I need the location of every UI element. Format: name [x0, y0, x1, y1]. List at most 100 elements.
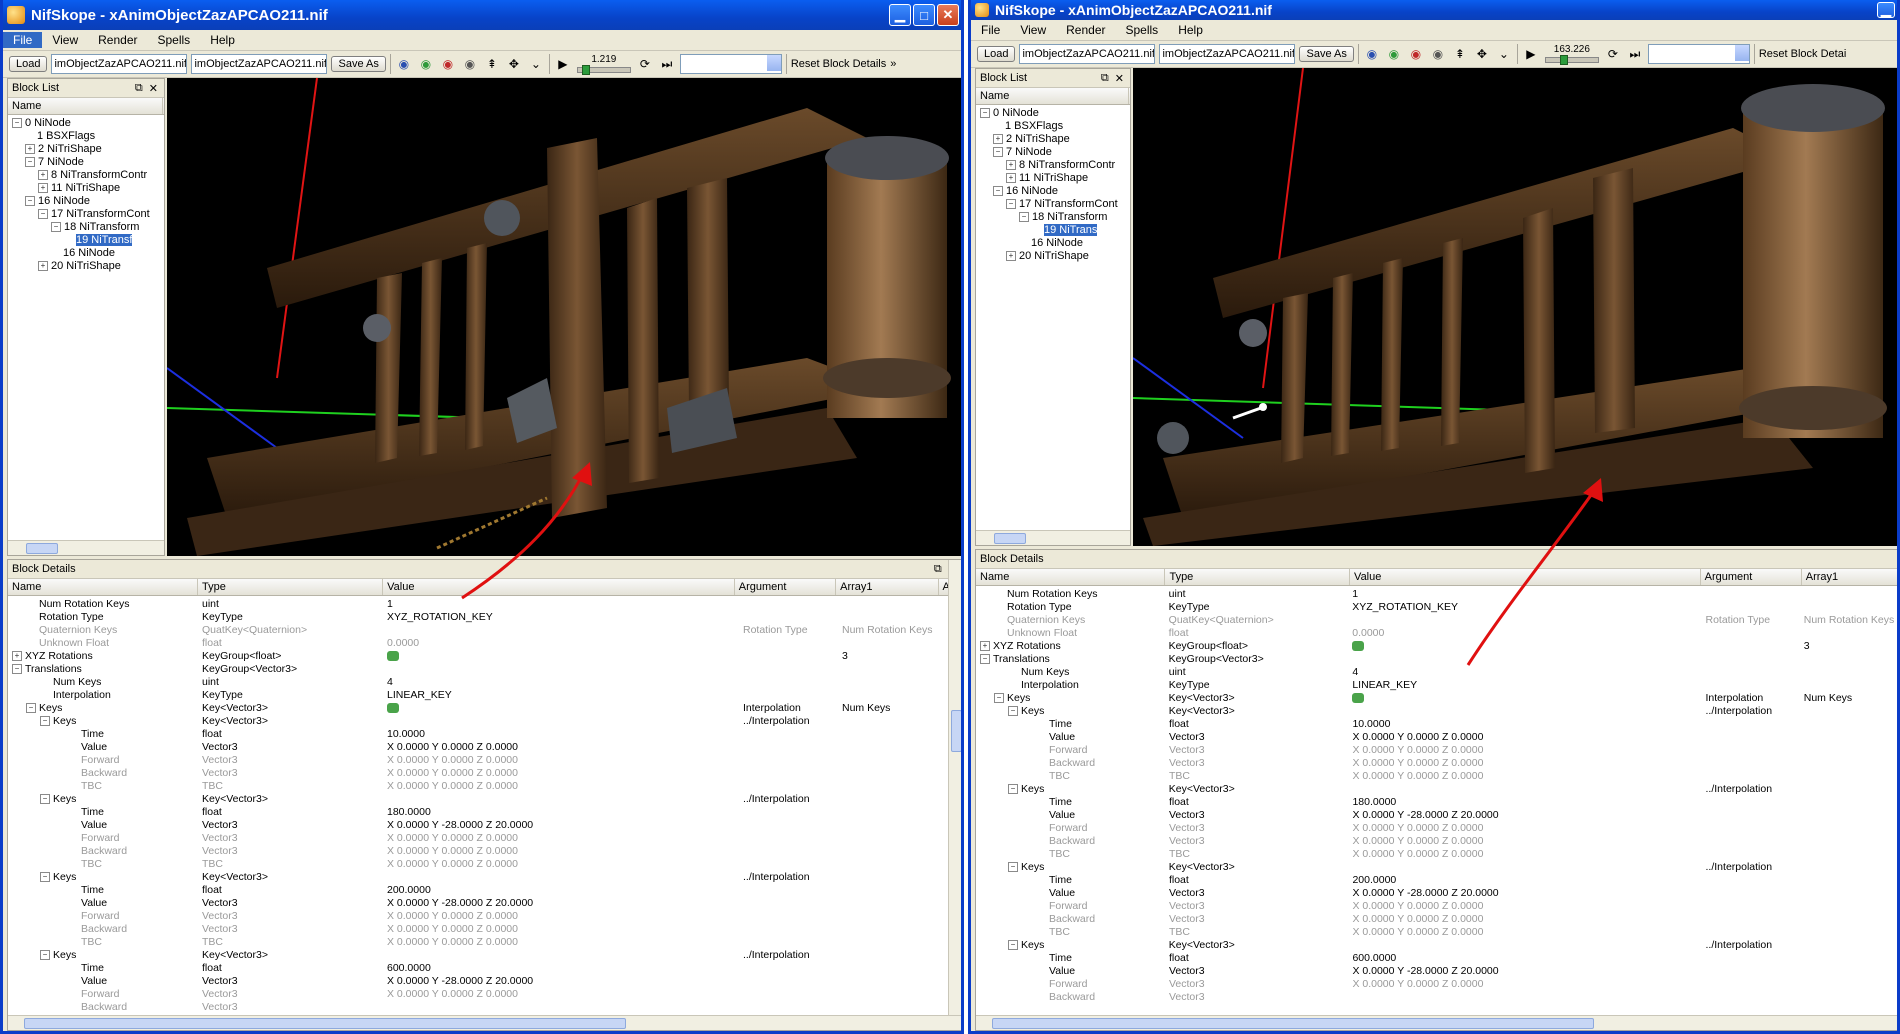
- field-value[interactable]: [1348, 991, 1701, 1004]
- collapse-icon[interactable]: −: [40, 716, 50, 727]
- minimize-icon[interactable]: ▁: [889, 4, 911, 26]
- field-value[interactable]: XYZ_ROTATION_KEY: [1348, 601, 1701, 614]
- field-value[interactable]: [383, 624, 739, 637]
- vertical-scrollbar[interactable]: [948, 560, 961, 1016]
- expand-icon[interactable]: +: [38, 261, 48, 272]
- block-list-item[interactable]: −17 NiTransformCont: [8, 208, 164, 221]
- undock-icon[interactable]: ⧉: [135, 82, 143, 95]
- block-list-item[interactable]: −7 NiNode: [8, 156, 164, 169]
- expand-icon[interactable]: +: [38, 183, 48, 194]
- menu-help[interactable]: Help: [200, 32, 245, 48]
- field-value[interactable]: LINEAR_KEY: [383, 689, 739, 702]
- details-row[interactable]: Forward Vector3 X 0.0000 Y 0.0000 Z 0.0000: [8, 754, 961, 767]
- details-row[interactable]: Backward Vector3 X 0.0000 Y 0.0000 Z 0.000…: [8, 923, 961, 936]
- expand-icon[interactable]: +: [1006, 173, 1016, 184]
- details-row[interactable]: Time float 180.0000: [8, 806, 961, 819]
- details-row[interactable]: + XYZ Rotations KeyGroup<float> 3: [976, 640, 1897, 653]
- field-value[interactable]: X 0.0000 Y 0.0000 Z 0.0000: [1348, 770, 1701, 783]
- view-front-icon[interactable]: ◉: [417, 55, 435, 73]
- load-button[interactable]: Load: [9, 56, 48, 72]
- block-list-item[interactable]: +2 NiTriShape: [976, 133, 1130, 146]
- field-value[interactable]: [1348, 939, 1701, 952]
- details-row[interactable]: − Keys Key<Vector3> ../Interpolation: [8, 949, 961, 962]
- load-path-field[interactable]: imObjectZazAPCAO211.nif: [1019, 44, 1156, 64]
- menu-file[interactable]: File: [3, 32, 43, 48]
- details-row[interactable]: Backward Vector3 X 0.0000 Y 0.0000 Z 0.000…: [976, 757, 1897, 770]
- details-row[interactable]: TBC TBC X 0.0000 Y 0.0000 Z 0.0000: [976, 926, 1897, 939]
- details-row[interactable]: Forward Vector3 X 0.0000 Y 0.0000 Z 0.0000: [8, 910, 961, 923]
- field-value[interactable]: 10.0000: [1348, 718, 1701, 731]
- block-list-item[interactable]: +20 NiTriShape: [8, 260, 164, 273]
- horizontal-scrollbar[interactable]: [8, 1015, 961, 1030]
- column-value[interactable]: Value: [1350, 569, 1701, 585]
- close-icon[interactable]: ✕: [937, 4, 959, 26]
- collapse-icon[interactable]: −: [993, 186, 1003, 197]
- menu-render[interactable]: Render: [1056, 22, 1115, 38]
- horizontal-scrollbar[interactable]: [976, 530, 1130, 545]
- details-row[interactable]: Num Rotation Keys uint 1: [976, 588, 1897, 601]
- details-row[interactable]: Forward Vector3 X 0.0000 Y 0.0000 Z 0.0000: [976, 978, 1897, 991]
- column-value[interactable]: Value: [383, 579, 735, 595]
- details-row[interactable]: Backward Vector3 X 0.0000 Y 0.0000 Z 0.000…: [976, 913, 1897, 926]
- menu-help[interactable]: Help: [1168, 22, 1213, 38]
- block-list-item[interactable]: −0 NiNode: [8, 117, 164, 130]
- block-list-item[interactable]: −17 NiTransformCont: [976, 198, 1130, 211]
- field-value[interactable]: X 0.0000 Y -28.0000 Z 20.0000: [1348, 809, 1701, 822]
- toolbar-overflow-icon[interactable]: »: [890, 58, 896, 70]
- expand-icon[interactable]: +: [980, 641, 990, 652]
- field-value[interactable]: X 0.0000 Y 0.0000 Z 0.0000: [383, 767, 739, 780]
- menu-file[interactable]: File: [971, 22, 1010, 38]
- save-path-field[interactable]: imObjectZazAPCAO211.nif: [1159, 44, 1296, 64]
- collapse-icon[interactable]: −: [1019, 212, 1029, 223]
- details-row[interactable]: Forward Vector3 X 0.0000 Y 0.0000 Z 0.0000: [976, 822, 1897, 835]
- field-value[interactable]: X 0.0000 Y -28.0000 Z 20.0000: [1348, 887, 1701, 900]
- flip-icon[interactable]: ✥: [505, 55, 523, 73]
- collapse-icon[interactable]: −: [1008, 784, 1018, 795]
- time-slider[interactable]: 163.226: [1544, 45, 1600, 65]
- details-row[interactable]: TBC TBC X 0.0000 Y 0.0000 Z 0.0000: [976, 770, 1897, 783]
- load-path-field[interactable]: imObjectZazAPCAO211.nif: [51, 54, 188, 74]
- field-value[interactable]: X 0.0000 Y 0.0000 Z 0.0000: [383, 780, 739, 793]
- menu-view[interactable]: View: [1010, 22, 1056, 38]
- block-list-item[interactable]: +11 NiTriShape: [8, 182, 164, 195]
- collapse-icon[interactable]: −: [1008, 862, 1018, 873]
- field-value[interactable]: X 0.0000 Y -28.0000 Z 20.0000: [1348, 965, 1701, 978]
- field-value[interactable]: 200.0000: [383, 884, 739, 897]
- details-row[interactable]: − Keys Key<Vector3> ../Interpolation: [976, 705, 1897, 718]
- collapse-icon[interactable]: −: [993, 147, 1003, 158]
- horizontal-scrollbar[interactable]: [8, 540, 164, 555]
- details-row[interactable]: Interpolation KeyType LINEAR_KEY: [976, 679, 1897, 692]
- field-value[interactable]: 180.0000: [1348, 796, 1701, 809]
- minimize-icon[interactable]: ▁: [1877, 2, 1895, 18]
- close-panel-icon[interactable]: ✕: [1115, 72, 1124, 85]
- keyframe-editor-icon[interactable]: [387, 703, 399, 714]
- play-icon[interactable]: ▶: [554, 55, 572, 73]
- block-list-item[interactable]: 19 NiTrans: [976, 224, 1130, 237]
- details-row[interactable]: Time float 200.0000: [8, 884, 961, 897]
- field-value[interactable]: [1348, 653, 1701, 666]
- menu-spells[interactable]: Spells: [1116, 22, 1169, 38]
- load-button[interactable]: Load: [977, 46, 1016, 62]
- field-value[interactable]: X 0.0000 Y 0.0000 Z 0.0000: [1348, 822, 1701, 835]
- block-list-item[interactable]: +2 NiTriShape: [8, 143, 164, 156]
- details-row[interactable]: Value Vector3 X 0.0000 Y 0.0000 Z 0.0000: [976, 731, 1897, 744]
- details-row[interactable]: Forward Vector3 X 0.0000 Y 0.0000 Z 0.0000: [8, 832, 961, 845]
- collapse-icon[interactable]: −: [980, 654, 990, 665]
- field-value[interactable]: X 0.0000 Y 0.0000 Z 0.0000: [383, 832, 739, 845]
- block-list-item[interactable]: −16 NiNode: [8, 195, 164, 208]
- details-row[interactable]: Value Vector3 X 0.0000 Y -28.0000 Z 20.000…: [976, 809, 1897, 822]
- details-row[interactable]: Rotation Type KeyType XYZ_ROTATION_KEY: [8, 611, 961, 624]
- title-bar[interactable]: NifSkope - xAnimObjectZazAPCAO211.nif ▁ …: [3, 0, 961, 30]
- block-list-item[interactable]: −7 NiNode: [976, 146, 1130, 159]
- field-value[interactable]: 600.0000: [1348, 952, 1701, 965]
- details-row[interactable]: Value Vector3 X 0.0000 Y -28.0000 Z 20.000…: [8, 897, 961, 910]
- details-row[interactable]: TBC TBC X 0.0000 Y 0.0000 Z 0.0000: [8, 858, 961, 871]
- block-list-item[interactable]: +20 NiTriShape: [976, 250, 1130, 263]
- details-row[interactable]: − Keys Key<Vector3> ../Interpolation: [8, 793, 961, 806]
- field-value[interactable]: 600.0000: [383, 962, 739, 975]
- loop-icon[interactable]: ⟳: [1604, 45, 1622, 63]
- details-row[interactable]: − Keys Key<Vector3> ../Interpolation: [976, 861, 1897, 874]
- collapse-icon[interactable]: −: [1008, 706, 1018, 717]
- details-row[interactable]: − Translations KeyGroup<Vector3>: [976, 653, 1897, 666]
- details-row[interactable]: Forward Vector3 X 0.0000 Y 0.0000 Z 0.0000: [8, 988, 961, 1001]
